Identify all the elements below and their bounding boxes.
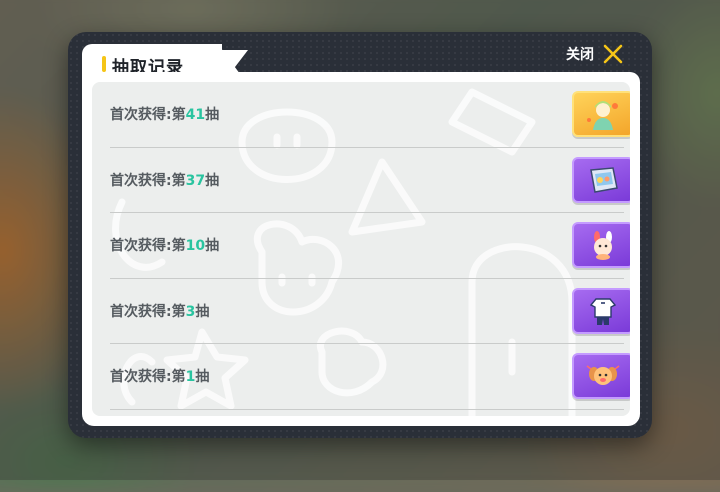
close-button[interactable]: 关闭 — [566, 42, 624, 66]
header-tab-slant — [218, 44, 240, 74]
reward-thumbnail[interactable] — [572, 222, 630, 269]
character-card-icon — [587, 101, 618, 131]
draw-number: 41 — [185, 107, 206, 124]
header-accent-bar — [102, 56, 106, 72]
record-text: 首次获得:第41抽 — [110, 107, 220, 124]
close-label: 关闭 — [566, 47, 594, 63]
record-text: 首次获得:第1抽 — [110, 369, 210, 386]
puppy-accessory-icon — [586, 365, 620, 386]
reward-thumbnail[interactable] — [572, 91, 630, 138]
draw-number: 37 — [185, 172, 206, 189]
close-icon — [603, 44, 623, 64]
outfit-item-icon — [589, 298, 617, 325]
reward-thumbnail[interactable] — [572, 156, 630, 203]
device-item-icon — [590, 166, 618, 193]
bunny-accessory-icon — [594, 231, 612, 261]
draw-number: 3 — [185, 303, 196, 320]
record-row: 首次获得:第37抽 — [110, 148, 630, 213]
record-row: 首次获得:第1抽 — [110, 344, 630, 410]
record-text: 首次获得:第37抽 — [110, 172, 220, 189]
record-row: 首次获得:第3抽 — [110, 279, 630, 344]
record-text: 首次获得:第10抽 — [110, 238, 220, 255]
draw-number: 1 — [185, 369, 196, 386]
record-row: 首次获得:第10抽 — [110, 213, 630, 279]
reward-thumbnail[interactable] — [572, 353, 630, 400]
record-list-area: 首次获得:第41抽 首次获得:第37抽 首次获得:第10抽 首次获得:第3抽 首… — [92, 82, 630, 416]
record-text: 首次获得:第3抽 — [110, 303, 210, 320]
draw-number: 10 — [185, 238, 206, 255]
draw-record-list: 首次获得:第41抽 首次获得:第37抽 首次获得:第10抽 首次获得:第3抽 首… — [110, 82, 630, 410]
reward-thumbnail[interactable] — [572, 287, 630, 334]
dialog-content: 首次获得:第41抽 首次获得:第37抽 首次获得:第10抽 首次获得:第3抽 首… — [82, 72, 640, 426]
record-row: 首次获得:第41抽 — [110, 82, 630, 148]
